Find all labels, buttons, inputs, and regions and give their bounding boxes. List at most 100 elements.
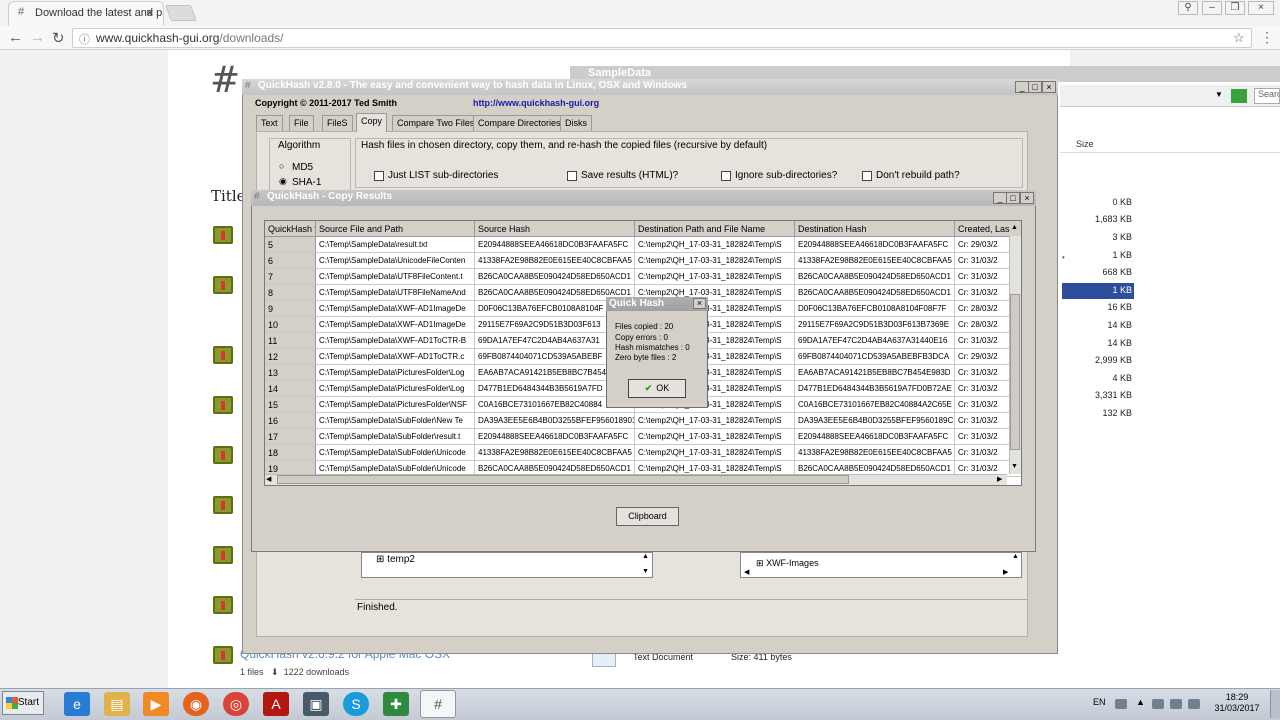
source-tree-item[interactable]: ⊞ temp2 — [376, 554, 415, 565]
table-row[interactable]: 5 C:\Temp\SampleData\result.txt E20944888S… — [265, 237, 1021, 253]
website-link[interactable]: http://www.quickhash-gui.org — [473, 98, 599, 108]
radio-sha1[interactable]: ◉ — [279, 176, 287, 187]
tree-scroll-down-icon[interactable]: ▼ — [642, 568, 649, 575]
scroll-down-icon[interactable]: ▼ — [1011, 463, 1018, 470]
close-icon[interactable]: × — [1020, 192, 1034, 204]
grid-column-header[interactable]: Source Hash — [475, 221, 635, 237]
bookmark-star-icon[interactable]: ☆ — [1233, 30, 1245, 46]
file-explorer-icon[interactable]: ▤ — [104, 692, 130, 716]
size-column-header[interactable]: Size — [1076, 139, 1094, 149]
minimize-window-icon[interactable]: – — [1202, 1, 1222, 15]
tab-close-icon[interactable]: × — [146, 5, 154, 20]
row-number-cell: 17 — [265, 429, 316, 445]
tab-copy[interactable]: Copy — [356, 113, 388, 132]
save-results-checkbox[interactable] — [567, 171, 577, 181]
expand-icon[interactable]: ⊞ — [376, 554, 384, 565]
tab-file[interactable]: File — [289, 115, 314, 131]
dropdown-arrow-icon[interactable]: ▼ — [1215, 90, 1223, 99]
url-host: www.quickhash-gui.org — [96, 31, 220, 45]
ok-button-label: OK — [656, 383, 670, 393]
tree-scroll-up-icon[interactable]: ▲ — [642, 553, 649, 560]
new-tab-button[interactable] — [165, 5, 197, 21]
refresh-icon[interactable] — [1231, 89, 1247, 103]
tray-app-icon[interactable] — [1152, 699, 1164, 709]
reload-icon[interactable]: ↻ — [52, 29, 65, 47]
tab-compare-directories[interactable]: Compare Directories — [473, 115, 566, 131]
grid-cell: C:\Temp\SampleData\result.txt — [316, 237, 475, 253]
destination-tree-item[interactable]: ⊞ XWF-Images — [756, 558, 819, 569]
minimize-icon[interactable]: _ — [1015, 81, 1029, 93]
file-size-cell: 1 KB — [1112, 250, 1132, 260]
save-results-label: Save results (HTML)? — [581, 170, 679, 181]
page-info-icon[interactable]: ⓘ — [79, 31, 90, 47]
table-row[interactable]: 17 C:\Temp\SampleData\SubFolder\result.t E… — [265, 429, 1021, 445]
table-row[interactable]: 7 C:\Temp\SampleData\UTF8FileContent.t B26… — [265, 269, 1021, 285]
table-row[interactable]: 18 C:\Temp\SampleData\SubFolder\Unicode 41… — [265, 445, 1021, 461]
clipboard-button[interactable]: Clipboard — [616, 507, 679, 526]
chrome-icon[interactable]: ◎ — [223, 692, 249, 716]
grid-column-header[interactable]: Source File and Path — [316, 221, 475, 237]
grid-column-header[interactable]: Destination Path and File Name — [635, 221, 795, 237]
show-desktop-button[interactable] — [1270, 690, 1280, 718]
grid-cell: E20944888SEEA46618DC0B3FAAFA5FC — [795, 429, 955, 445]
radio-md5[interactable]: ○ — [279, 161, 284, 171]
tree-scroll-up-icon[interactable]: ▲ — [1012, 553, 1019, 560]
spreadsheet-icon[interactable]: ✚ — [383, 692, 409, 716]
package-icon — [213, 226, 233, 244]
menu-dots-icon[interactable]: ⋮ — [1260, 29, 1274, 46]
grid-column-header[interactable]: QuickHash v — [265, 221, 316, 237]
row-number-cell: 13 — [265, 365, 316, 381]
profile-icon[interactable]: ⚲ — [1178, 1, 1198, 15]
quickhash-app-icon: # — [245, 80, 251, 91]
md5-label: MD5 — [292, 162, 314, 173]
skype-icon[interactable]: S — [343, 692, 369, 716]
acrobat-icon[interactable]: A — [263, 692, 289, 716]
scroll-up-icon[interactable]: ▲ — [1011, 224, 1018, 231]
maximize-icon[interactable]: □ — [1006, 192, 1020, 204]
forward-arrow-icon[interactable]: → — [30, 29, 45, 46]
tab-disks[interactable]: Disks — [560, 115, 592, 131]
quickhash-title: QuickHash v2.8.0 - The easy and convenie… — [258, 80, 687, 91]
tab-files[interactable]: FileS — [322, 115, 353, 131]
just-list-checkbox[interactable] — [374, 171, 384, 181]
clock-date: 31/03/2017 — [1214, 703, 1260, 713]
network-icon[interactable] — [1170, 699, 1182, 709]
horizontal-scroll-thumb[interactable] — [277, 475, 849, 484]
terminal-icon[interactable]: ▣ — [303, 692, 329, 716]
ok-button[interactable]: ✔ OK — [628, 379, 686, 398]
tray-expand-icon[interactable]: ▲ — [1136, 697, 1145, 707]
tree-scroll-left-icon[interactable]: ◀ — [744, 568, 749, 576]
close-icon[interactable]: × — [1042, 81, 1056, 93]
files-count: 1 files — [240, 667, 264, 677]
tab-compare-two-files[interactable]: Compare Two Files — [392, 115, 480, 131]
back-arrow-icon[interactable]: ← — [8, 29, 23, 46]
clock[interactable]: 18:29 31/03/2017 — [1211, 692, 1263, 714]
grid-cell: 41338FA2E98B82E0E615EE40C8CBFAA5 — [475, 445, 635, 461]
grid-cell: D0F06C13BA76EFCB0108A8104F08F7F — [795, 301, 955, 317]
close-icon[interactable]: × — [693, 298, 706, 309]
quickhash-taskbar-icon[interactable]: # — [420, 690, 456, 718]
keyboard-icon[interactable] — [1115, 699, 1127, 709]
browser-tab[interactable]: Download the latest and p — [8, 1, 164, 26]
maximize-window-icon[interactable]: ❐ — [1225, 1, 1245, 15]
scroll-right-icon[interactable]: ▶ — [997, 475, 1002, 483]
firefox-icon[interactable]: ◉ — [183, 692, 209, 716]
close-window-icon[interactable]: × — [1248, 1, 1274, 15]
minimize-icon[interactable]: _ — [993, 192, 1007, 204]
grid-column-header[interactable]: Destination Hash — [795, 221, 955, 237]
internet-explorer-icon[interactable]: e — [64, 692, 90, 716]
volume-icon[interactable] — [1188, 699, 1200, 709]
tab-text[interactable]: Text — [256, 115, 283, 131]
media-player-icon[interactable]: ▶ — [143, 692, 169, 716]
language-indicator[interactable]: EN — [1093, 697, 1106, 707]
dont-rebuild-path-checkbox[interactable] — [862, 171, 872, 181]
tree-scroll-right-icon[interactable]: ▶ — [1003, 568, 1008, 576]
table-row[interactable]: 6 C:\Temp\SampleData\UnicodeFileConten 413… — [265, 253, 1021, 269]
expand-icon[interactable]: ⊞ — [756, 558, 764, 568]
ignore-subdirs-checkbox[interactable] — [721, 171, 731, 181]
table-row[interactable]: 16 C:\Temp\SampleData\SubFolder\New Te DA3… — [265, 413, 1021, 429]
maximize-icon[interactable]: □ — [1028, 81, 1042, 93]
scroll-left-icon[interactable]: ◀ — [266, 475, 271, 483]
explorer-search-input[interactable]: Searc — [1254, 88, 1280, 104]
vertical-scroll-thumb[interactable] — [1010, 294, 1020, 450]
